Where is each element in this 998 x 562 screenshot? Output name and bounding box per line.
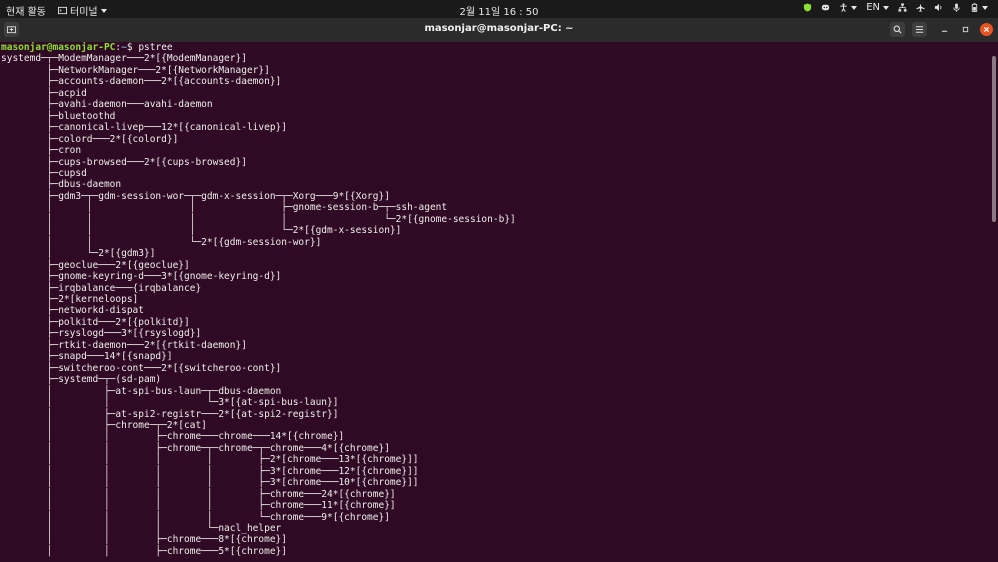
app-menu-label: 터미널: [70, 7, 98, 18]
output-line: │ └─2*[{gdm3}]: [46, 248, 156, 260]
output-line: │ ├─at-spi-bus-laun─┬─dbus-daemon: [46, 385, 282, 397]
chevron-down-icon: [100, 8, 107, 13]
shield-icon[interactable]: [803, 3, 812, 12]
output-line: ├─switcheroo-cont───2*[{switcheroo-cont}…: [46, 362, 282, 374]
search-icon: [893, 25, 902, 34]
window-title: masonjar@masonjar-PC: ~: [424, 23, 574, 34]
output-line: │ │ │ │ ├─3*[chrome───10*[{chrome}]]: [46, 477, 419, 489]
clock[interactable]: 2월 11일 16 : 50: [459, 7, 538, 18]
output-line: │ │ │ │ └─chrome───9*[{chrome}]: [46, 511, 390, 523]
output-line: ├─acpid: [46, 87, 87, 99]
terminal-text: masonjar@masonjar-PC:~$ pstree systemd─┬…: [0, 42, 990, 557]
accessibility-menu[interactable]: [839, 3, 858, 12]
output-line: ├─systemd─┬─(sd-pam): [46, 374, 162, 386]
output-line: │ │ │ │ ├─chrome───11*[{chrome}]: [46, 500, 396, 512]
scrollbar-thumb[interactable]: [992, 56, 996, 222]
terminal-header-bar[interactable]: masonjar@masonjar-PC: ~: [0, 18, 998, 42]
output-line: ├─geoclue───2*[{geoclue}]: [46, 259, 190, 271]
output-line: ├─2*[kerneloops]: [46, 293, 139, 305]
output-line: ├─dbus-daemon: [46, 179, 122, 191]
new-tab-icon: [7, 26, 16, 34]
output-line: │ ├─at-spi2-registr───2*[{at-spi2-regist…: [46, 408, 339, 420]
terminal-output-area[interactable]: masonjar@masonjar-PC:~$ pstree systemd─┬…: [0, 42, 990, 562]
maximize-button[interactable]: [959, 23, 972, 36]
chevron-down-icon: [982, 5, 988, 10]
output-line: ├─cupsd: [46, 167, 87, 179]
output-line: ├─gdm3─┬─gdm-session-wor─┬─gdm-x-session…: [46, 190, 390, 202]
prompt-symbol: $: [126, 42, 139, 53]
output-line: │ │ └─2*[{gdm-session-wor}]: [46, 236, 322, 248]
output-line: ├─snapd───14*[{snapd}]: [46, 351, 173, 363]
output-line: ├─bluetoothd: [46, 110, 116, 122]
typed-command: pstree: [138, 42, 173, 53]
discord-icon[interactable]: [821, 3, 830, 12]
output-line: ├─gnome-keyring-d───3*[{gnome-keyring-d}…: [46, 271, 282, 283]
activities-button[interactable]: 현재 활동: [6, 3, 46, 18]
volume-icon[interactable]: [934, 3, 943, 12]
maximize-icon: [962, 26, 969, 33]
output-line: │ │ │ │ ├─3*[chrome───12*[{chrome}]]: [46, 465, 419, 477]
output-line: ├─NetworkManager───2*[{NetworkManager}]: [46, 64, 270, 76]
microphone-icon[interactable]: [952, 3, 961, 12]
system-menu[interactable]: [970, 3, 988, 12]
output-line: │ ├─chrome─┬─2*[cat]: [46, 419, 207, 431]
chevron-down-icon: [851, 5, 858, 10]
output-line: │ │ │ └─2*[{gdm-x-session}]: [46, 225, 402, 237]
output-line: │ │ │ │ ├─chrome───24*[{chrome}]: [46, 488, 396, 500]
output-line: ├─rsyslogd───3*[{rsyslogd}]: [46, 328, 202, 340]
close-button[interactable]: [980, 23, 993, 36]
hamburger-menu-button[interactable]: [912, 22, 927, 37]
pstree-output: systemd─┬─ModemManager───2*[{ModemManage…: [1, 53, 516, 556]
search-button[interactable]: [890, 22, 905, 37]
top-bar: 현재 활동 터미널 2월 11일 16 : 50 EN: [0, 0, 998, 18]
airplane-icon[interactable]: [916, 3, 925, 12]
output-line: systemd─┬─ModemManager───2*[{ModemManage…: [1, 53, 247, 65]
output-line: │ │ │ │ ├─2*[chrome───13*[{chrome}]]: [46, 454, 419, 466]
output-line: ├─rtkit-daemon───2*[{rtkit-daemon}]: [46, 339, 247, 351]
output-line: │ │ │ │ └─2*[{gnome-session-b}]: [46, 213, 516, 225]
output-line: ├─cron: [46, 145, 82, 157]
accessibility-icon: [840, 3, 847, 12]
language-menu[interactable]: EN: [866, 2, 889, 13]
app-menu[interactable]: 터미널: [58, 3, 107, 18]
minimize-button[interactable]: [938, 23, 951, 36]
chevron-down-icon: [883, 5, 889, 10]
output-line: ├─polkitd───2*[{polkitd}]: [46, 316, 190, 328]
minimize-icon: [941, 30, 948, 32]
output-line: ├─accounts-daemon───2*[{accounts-daemon}…: [46, 76, 282, 88]
prompt-user: masonjar@masonjar-PC: [1, 42, 116, 53]
output-line: │ │ ├─chrome─┬─chrome─┬─chrome───4*[{chr…: [46, 442, 390, 454]
output-line: │ │ ├─chrome───8*[{chrome}]: [46, 534, 287, 546]
output-line: ├─canonical-livep───12*[{canonical-livep…: [46, 122, 287, 134]
output-line: ├─avahi-daemon───avahi-daemon: [46, 99, 213, 111]
output-line: │ │ ├─chrome───5*[{chrome}]: [1, 545, 287, 557]
menu-icon: [915, 26, 924, 33]
terminal-app-icon: [58, 6, 67, 15]
close-icon: [983, 26, 990, 33]
battery-icon: [971, 3, 978, 12]
new-tab-button[interactable]: [4, 22, 19, 37]
output-line: │ │ │ ├─gnome-session-b─┬─ssh-agent: [46, 202, 448, 214]
network-icon[interactable]: [898, 3, 907, 12]
system-tray[interactable]: EN: [803, 2, 988, 13]
output-line: ├─networkd-dispat: [46, 305, 144, 317]
output-line: │ │ ├─chrome───chrome───14*[{chrome}]: [46, 431, 345, 443]
output-line: ├─cups-browsed───2*[{cups-browsed}]: [46, 156, 247, 168]
output-line: ├─colord───2*[{colord}]: [46, 133, 179, 145]
terminal-scrollbar[interactable]: [990, 42, 998, 562]
output-line: ├─irqbalance───{irqbalance}: [46, 282, 202, 294]
output-line: │ │ │ └─nacl_helper: [46, 523, 282, 535]
output-line: │ │ └─3*[{at-spi-bus-laun}]: [46, 397, 339, 409]
language-label: EN: [866, 2, 880, 13]
